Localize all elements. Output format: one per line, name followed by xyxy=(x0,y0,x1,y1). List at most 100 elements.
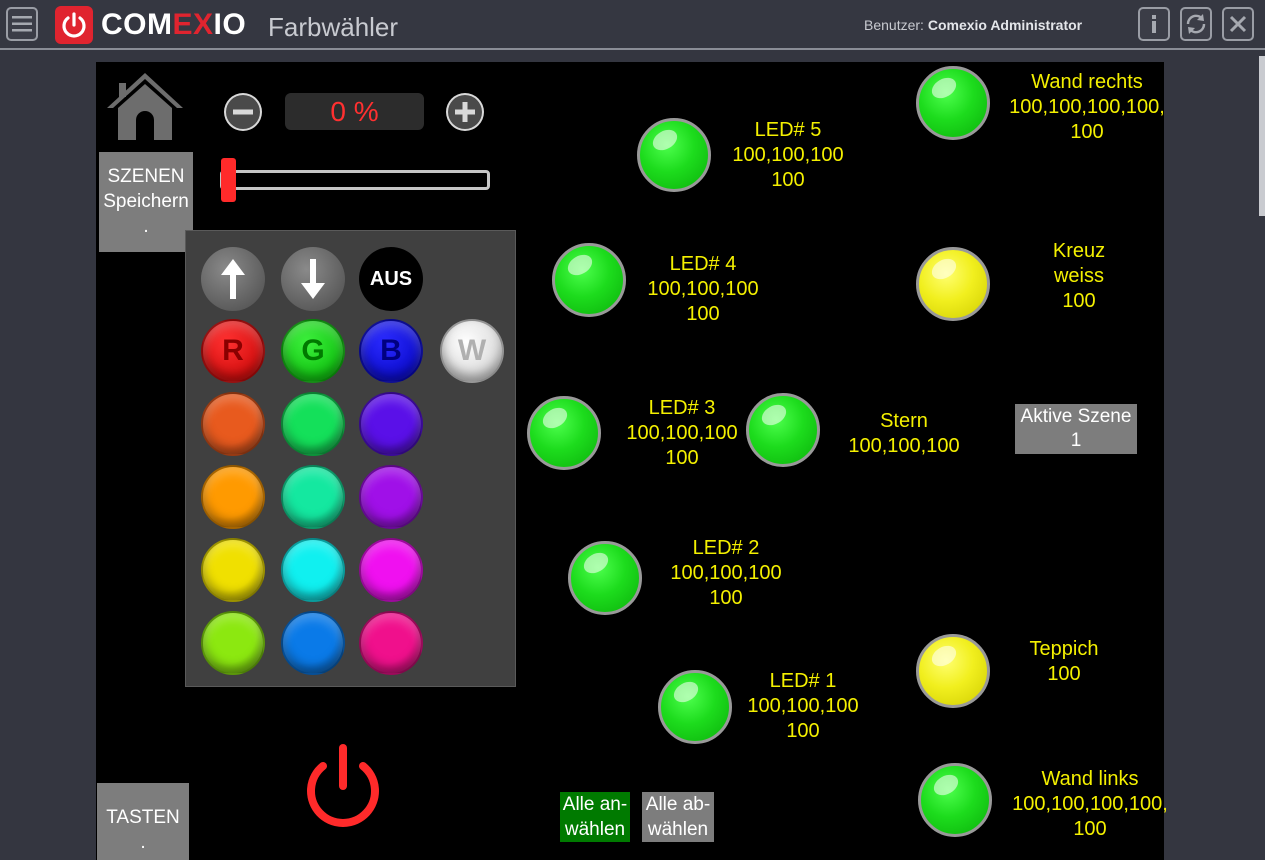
lamp-name: Kreuz xyxy=(1052,240,1106,262)
lamp-level: 100 xyxy=(1070,121,1104,143)
lamp-label-led2: LED# 2 100,100,100 100 xyxy=(667,536,785,611)
lamp-highlight xyxy=(539,403,571,433)
lamp-led5[interactable] xyxy=(637,118,711,192)
deselect-all-button[interactable]: Alle ab- wählen xyxy=(642,792,714,842)
color-preset-magenta[interactable] xyxy=(359,538,423,602)
lamp-highlight xyxy=(649,125,681,155)
tasten-dot: . xyxy=(140,832,146,853)
dimmer-slider[interactable] xyxy=(220,170,490,190)
lamp-teppich[interactable] xyxy=(916,634,990,708)
color-preset-spring-green[interactable] xyxy=(281,392,345,456)
home-icon xyxy=(107,73,183,140)
lamp-highlight xyxy=(928,254,960,284)
color-preset-aquamarine[interactable] xyxy=(281,465,345,529)
color-preset-indigo[interactable] xyxy=(359,392,423,456)
dimmer-value: 0 % xyxy=(285,93,424,130)
lamp-value: 100,100,100 xyxy=(647,278,759,300)
lamp-highlight xyxy=(580,548,612,578)
tasten-label: TASTEN xyxy=(106,807,180,828)
lamp-name: LED# 3 xyxy=(648,397,716,419)
scrollbar[interactable] xyxy=(1259,56,1265,216)
lamp-label-teppich: Teppich 100 xyxy=(1014,637,1114,687)
refresh-icon xyxy=(1186,14,1206,34)
szenen-label: SZENEN xyxy=(107,166,185,187)
arrow-up-icon xyxy=(221,259,245,299)
brand-name: COMEXIO xyxy=(101,8,247,41)
minus-icon xyxy=(226,95,260,129)
info-button[interactable] xyxy=(1138,7,1170,41)
color-preset-orange-red[interactable] xyxy=(201,392,265,456)
page-title: Farbwähler xyxy=(268,12,399,42)
lamp-led2[interactable] xyxy=(568,541,642,615)
red-button[interactable]: R xyxy=(201,319,265,383)
lamp-wand-links[interactable] xyxy=(918,763,992,837)
arrow-down-icon xyxy=(301,259,325,299)
lamp-led4[interactable] xyxy=(552,243,626,317)
lamp-name: LED# 2 xyxy=(692,537,760,559)
color-palette: AUS R G B W xyxy=(185,230,516,687)
lamp-label-led4: LED# 4 100,100,100 100 xyxy=(644,252,762,327)
active-scene-indicator: Aktive Szene 1 xyxy=(1015,404,1137,454)
select-all-button[interactable]: Alle an- wählen xyxy=(560,792,630,842)
color-preset-cyan[interactable] xyxy=(281,538,345,602)
lamp-name: Teppich xyxy=(1029,638,1099,660)
info-icon xyxy=(1152,15,1156,33)
lamp-name: Stern xyxy=(880,410,928,432)
lamp-kreuz[interactable] xyxy=(916,247,990,321)
lamp-value: weiss xyxy=(1053,265,1104,287)
hamburger-icon xyxy=(12,16,32,32)
blue-button[interactable]: B xyxy=(359,319,423,383)
increase-button[interactable] xyxy=(446,93,484,131)
color-preset-pink[interactable] xyxy=(359,611,423,675)
lamp-value: 100,100,100 xyxy=(848,435,960,457)
lamp-value: 100,100,100 xyxy=(626,422,738,444)
lamp-highlight xyxy=(564,250,596,280)
lamp-label-wand-rechts: Wand rechts 100,100,100,100, 100 xyxy=(1000,70,1174,145)
active-scene-label: Aktive Szene xyxy=(1020,406,1132,427)
lamp-value: 100,100,100,100, xyxy=(1009,96,1165,118)
menu-button[interactable] xyxy=(6,7,38,41)
power-logo-icon xyxy=(62,12,86,38)
tasten-button[interactable]: TASTEN . xyxy=(97,783,189,860)
lamp-highlight xyxy=(670,677,702,707)
lamp-label-wand-links: Wand links 100,100,100,100, 100 xyxy=(1003,767,1177,842)
lamp-highlight xyxy=(928,641,960,671)
szenen-speichern-button[interactable]: SZENEN Speichern . xyxy=(99,152,193,252)
white-button[interactable]: W xyxy=(440,319,504,383)
speichern-label: Speichern xyxy=(103,191,189,212)
lamp-stern[interactable] xyxy=(746,393,820,467)
lamp-name: LED# 4 xyxy=(669,253,737,275)
logo xyxy=(55,6,93,44)
lamp-level: 100 xyxy=(665,447,699,469)
green-button[interactable]: G xyxy=(281,319,345,383)
brighter-button[interactable] xyxy=(201,247,265,311)
aus-button[interactable]: AUS xyxy=(359,247,423,311)
darker-button[interactable] xyxy=(281,247,345,311)
lamp-level: 100 xyxy=(709,587,743,609)
close-button[interactable] xyxy=(1222,7,1254,41)
lamp-led1[interactable] xyxy=(658,670,732,744)
szenen-dot: . xyxy=(143,216,149,237)
refresh-button[interactable] xyxy=(1180,7,1212,41)
lamp-level: 100 xyxy=(1062,290,1096,312)
lamp-name: LED# 5 xyxy=(754,119,822,141)
dimmer-slider-handle[interactable] xyxy=(221,158,236,202)
lamp-label-led3: LED# 3 100,100,100 100 xyxy=(623,396,741,471)
lamp-wand-rechts[interactable] xyxy=(916,66,990,140)
home-button[interactable] xyxy=(104,70,186,142)
power-icon xyxy=(307,744,379,827)
lamp-level: 100 xyxy=(771,169,805,191)
color-preset-yellow[interactable] xyxy=(201,538,265,602)
lamp-level: 100 xyxy=(686,303,720,325)
decrease-button[interactable] xyxy=(224,93,262,131)
lamp-name: Wand rechts xyxy=(1031,71,1143,93)
power-button[interactable] xyxy=(301,742,385,830)
color-preset-orange[interactable] xyxy=(201,465,265,529)
color-preset-violet[interactable] xyxy=(359,465,423,529)
close-icon xyxy=(1229,15,1247,33)
lamp-led3[interactable] xyxy=(527,396,601,470)
color-preset-azure[interactable] xyxy=(281,611,345,675)
color-preset-lime[interactable] xyxy=(201,611,265,675)
lamp-highlight xyxy=(758,400,790,430)
lamp-value: 100,100,100,100, xyxy=(1012,793,1168,815)
